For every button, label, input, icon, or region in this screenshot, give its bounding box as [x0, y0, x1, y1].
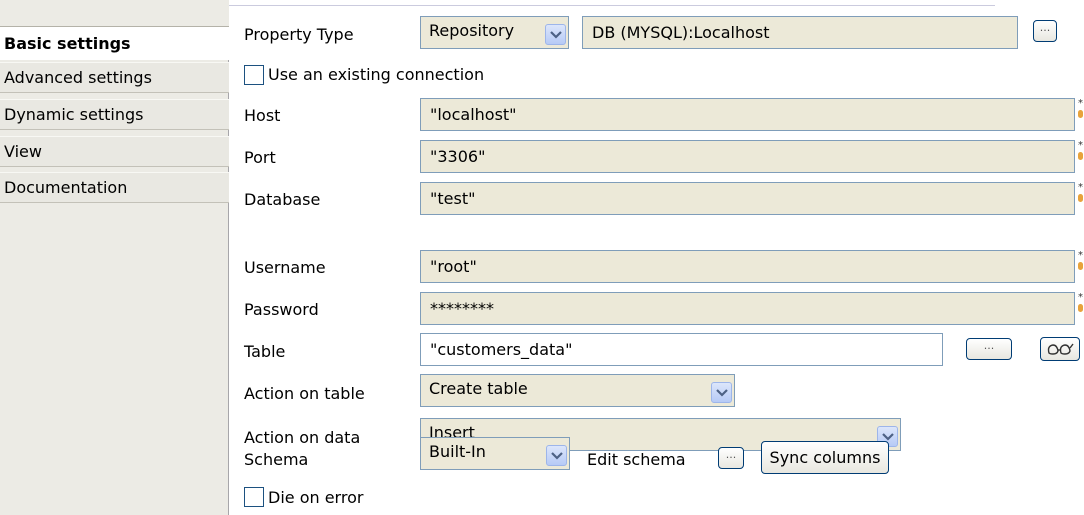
username-label: Username: [244, 258, 326, 277]
property-type-label: Property Type: [244, 25, 354, 44]
chevron-down-icon[interactable]: [711, 382, 732, 403]
port-label: Port: [244, 148, 276, 167]
chevron-down-icon[interactable]: [545, 24, 566, 45]
chevron-down-icon[interactable]: [546, 445, 567, 466]
password-input[interactable]: ********: [420, 292, 1075, 325]
schema-value: Built-In: [429, 442, 486, 461]
schema-select[interactable]: Built-In: [420, 437, 570, 470]
table-label: Table: [244, 342, 286, 361]
password-label: Password: [244, 300, 319, 319]
edit-schema-label: Edit schema: [587, 450, 686, 469]
repository-field: DB (MYSQL):Localhost: [582, 16, 1018, 49]
die-on-error-label: Die on error: [268, 488, 364, 507]
sidebar-item-documentation[interactable]: Documentation: [0, 172, 229, 203]
action-on-table-label: Action on table: [244, 384, 365, 403]
glasses-icon: [1047, 343, 1074, 355]
use-existing-connection-label: Use an existing connection: [268, 65, 485, 84]
host-label: Host: [244, 106, 281, 125]
schema-label: Schema: [244, 450, 309, 469]
property-type-select[interactable]: Repository: [420, 16, 569, 49]
context-icon: *: [1078, 99, 1084, 123]
action-on-data-label: Action on data: [244, 428, 361, 447]
context-icon: *: [1078, 183, 1084, 207]
port-input[interactable]: "3306": [420, 140, 1075, 173]
context-icon: *: [1078, 293, 1084, 317]
database-input[interactable]: "test": [420, 182, 1075, 215]
top-divider: [229, 5, 995, 6]
guess-table-button[interactable]: [1040, 337, 1080, 361]
sidebar-item-view[interactable]: View: [0, 136, 229, 167]
table-browse-button[interactable]: ...: [966, 338, 1012, 360]
context-icon: *: [1078, 251, 1084, 275]
action-on-table-value: Create table: [429, 379, 528, 398]
table-input[interactable]: "customers_data": [420, 333, 943, 366]
database-label: Database: [244, 190, 321, 209]
sidebar-item-advanced-settings[interactable]: Advanced settings: [0, 62, 229, 93]
host-input[interactable]: "localhost": [420, 98, 1075, 131]
sidebar-item-basic-settings[interactable]: Basic settings: [0, 27, 229, 60]
sidebar-header: [0, 0, 229, 27]
sync-columns-button[interactable]: Sync columns: [761, 441, 889, 474]
use-existing-connection-checkbox[interactable]: [244, 65, 264, 85]
action-on-table-select[interactable]: Create table: [420, 374, 735, 407]
property-type-value: Repository: [429, 21, 515, 40]
repository-browse-button[interactable]: ...: [1033, 20, 1057, 42]
settings-sidebar: Basic settings Advanced settings Dynamic…: [0, 0, 229, 515]
context-icon: *: [1078, 141, 1084, 165]
username-input[interactable]: "root": [420, 250, 1075, 283]
sidebar-item-dynamic-settings[interactable]: Dynamic settings: [0, 99, 229, 130]
edit-schema-button[interactable]: ...: [718, 447, 744, 469]
die-on-error-checkbox[interactable]: [244, 487, 264, 507]
